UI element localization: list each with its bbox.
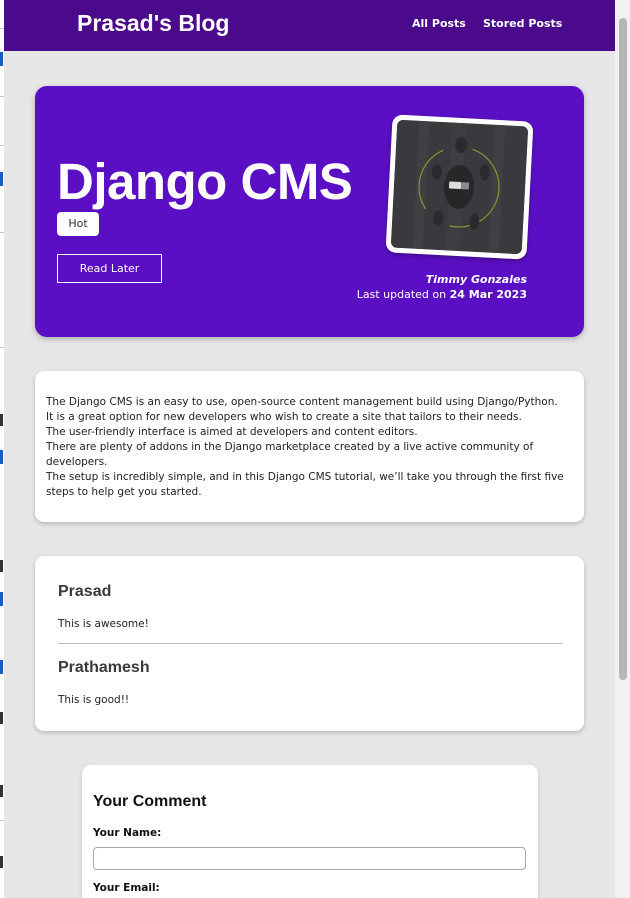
- brand-logo[interactable]: Prasad's Blog: [77, 10, 229, 37]
- read-later-button[interactable]: Read Later: [57, 254, 162, 283]
- comment-text: This is good!!: [58, 694, 130, 706]
- comment-author: Prasad: [58, 583, 112, 600]
- content-line: The Django CMS is an easy to use, open-s…: [46, 396, 558, 408]
- content-line: The setup is incredibly simple, and in t…: [46, 471, 564, 498]
- comment-divider: [58, 643, 562, 644]
- comment-form: Your Comment Your Name: Your Email:: [82, 765, 538, 898]
- nav-stored-posts[interactable]: Stored Posts: [483, 17, 562, 30]
- name-input[interactable]: [93, 847, 526, 870]
- nav-all-posts[interactable]: All Posts: [412, 17, 466, 30]
- content-line: It is a great option for new developers …: [46, 411, 522, 423]
- scrollbar[interactable]: [615, 0, 630, 898]
- blog-page: Prasad's Blog All Posts Stored Posts Dja…: [4, 0, 615, 898]
- scrollbar-thumb[interactable]: [619, 18, 627, 680]
- post-hero: Django CMS Hot Read Later Timmy Gonzales…: [35, 86, 584, 337]
- content-line: There are plenty of addons in the Django…: [46, 441, 534, 468]
- comment-author: Prathamesh: [58, 659, 150, 676]
- tag-badge: Hot: [57, 212, 99, 236]
- post-author: Timmy Gonzales: [425, 273, 527, 286]
- post-updated: Last updated on 24 Mar 2023: [357, 288, 527, 301]
- comment-form-title: Your Comment: [93, 793, 207, 810]
- navbar: Prasad's Blog All Posts Stored Posts: [4, 0, 615, 51]
- post-image: [385, 114, 534, 260]
- post-title: Django CMS: [57, 153, 353, 210]
- content-line: The user-friendly interface is aimed at …: [46, 426, 418, 438]
- django-cms-thumbnail-icon: [390, 119, 529, 255]
- email-label: Your Email:: [93, 882, 160, 894]
- post-content-card: The Django CMS is an easy to use, open-s…: [35, 371, 584, 522]
- comments-card: Prasad This is awesome! Prathamesh This …: [35, 556, 584, 731]
- name-label: Your Name:: [93, 827, 162, 839]
- comment-text: This is awesome!: [58, 618, 149, 630]
- updated-prefix: Last updated on: [356, 288, 447, 301]
- updated-date: 24 Mar 2023: [449, 288, 527, 301]
- post-content: The Django CMS is an easy to use, open-s…: [46, 395, 571, 500]
